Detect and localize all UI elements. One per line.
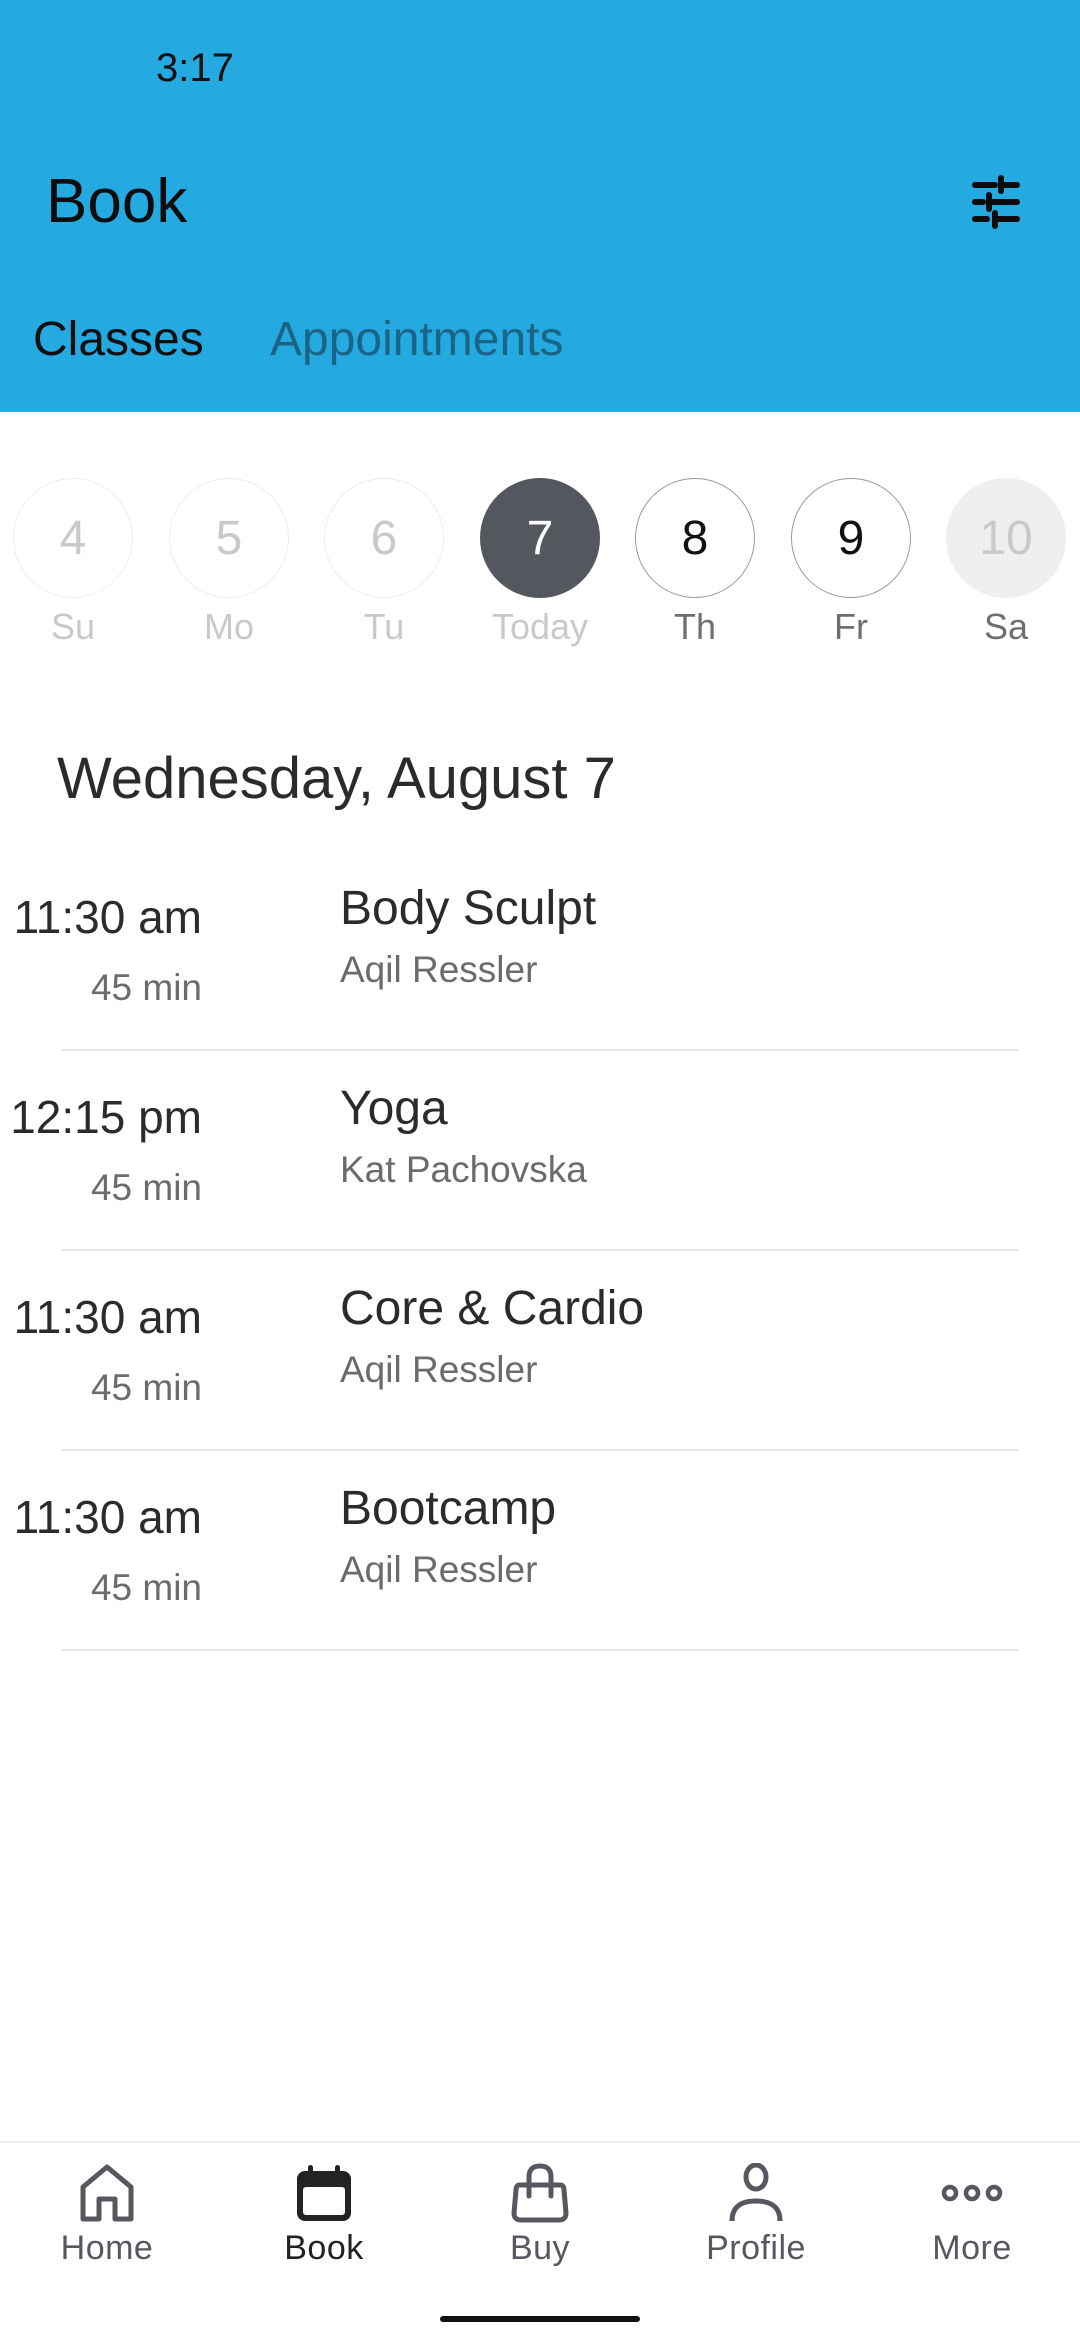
- day-number: 4: [13, 478, 133, 598]
- status-bar-time: 3:17: [156, 46, 234, 90]
- day-label: Fr: [834, 606, 868, 647]
- class-duration: 45 min: [90, 1567, 202, 1608]
- class-list-item[interactable]: 11:30 am 45 min Bootcamp Aqil Ressler: [14, 1451, 1018, 1651]
- nav-book[interactable]: Book: [234, 2161, 414, 2268]
- class-time: 11:30 am: [13, 1291, 202, 1343]
- nav-profile[interactable]: Profile: [666, 2161, 846, 2268]
- day-number: 9: [791, 478, 911, 598]
- shopping-bag-icon: [511, 2163, 569, 2223]
- class-name: Bootcamp: [340, 1482, 557, 1535]
- nav-buy[interactable]: Buy: [450, 2161, 630, 2268]
- day-number: 6: [324, 478, 444, 598]
- date-heading: Wednesday, August 7: [57, 746, 616, 811]
- day-number: 7: [480, 478, 600, 598]
- nav-home[interactable]: Home: [17, 2161, 197, 2268]
- bottom-navigation: Home Book Buy Profile More: [0, 2141, 1080, 2340]
- class-instructor: Kat Pachovska: [340, 1149, 587, 1190]
- day-friday[interactable]: 9 Fr: [789, 478, 913, 648]
- class-instructor: Aqil Ressler: [340, 1349, 538, 1390]
- class-name: Yoga: [340, 1082, 448, 1135]
- class-time: 11:30 am: [13, 891, 202, 943]
- nav-label: Home: [60, 2229, 154, 2267]
- day-label: Mo: [203, 606, 254, 647]
- nav-label: Buy: [509, 2229, 571, 2267]
- class-duration: 45 min: [90, 1367, 202, 1408]
- class-time: 11:30 am: [13, 1491, 202, 1543]
- filter-button[interactable]: [962, 168, 1030, 236]
- day-label: Sa: [983, 606, 1029, 647]
- day-label: Th: [673, 606, 716, 647]
- class-time: 12:15 pm: [10, 1091, 202, 1143]
- sliders-icon: [972, 175, 1020, 229]
- app-header: 3:17 Book Classes Appointments: [0, 0, 1080, 412]
- class-duration: 45 min: [90, 967, 202, 1008]
- class-duration: 45 min: [90, 1167, 202, 1208]
- day-thursday[interactable]: 8 Th: [633, 478, 757, 648]
- class-instructor: Aqil Ressler: [340, 949, 538, 990]
- nav-label: Profile: [706, 2229, 806, 2267]
- home-icon: [80, 2164, 134, 2222]
- day-label: Su: [50, 606, 96, 647]
- calendar-icon: [297, 2165, 351, 2221]
- day-sunday[interactable]: 4 Su: [11, 478, 135, 648]
- nav-label: More: [932, 2229, 1012, 2267]
- class-name: Core & Cardio: [340, 1282, 645, 1335]
- more-horizontal-icon: [941, 2184, 1003, 2202]
- home-indicator-bar[interactable]: [440, 2316, 640, 2322]
- class-list: 11:30 am 45 min Body Sculpt Aqil Ressler…: [0, 851, 1080, 1651]
- day-monday[interactable]: 5 Mo: [167, 478, 291, 648]
- day-label: Tu: [363, 606, 405, 647]
- day-saturday[interactable]: 10 Sa: [944, 478, 1068, 648]
- person-icon: [729, 2163, 783, 2222]
- week-day-picker: 4 Su 5 Mo 6 Tu 7 Today 8 Th 9 Fr 10 Sa: [0, 478, 1080, 658]
- page-title: Book: [46, 167, 188, 236]
- day-number: 5: [169, 478, 289, 598]
- class-name: Body Sculpt: [340, 882, 597, 935]
- day-label: Today: [491, 606, 589, 647]
- tab-classes[interactable]: Classes: [33, 312, 204, 367]
- class-list-item[interactable]: 11:30 am 45 min Core & Cardio Aqil Ressl…: [14, 1251, 1018, 1451]
- day-today[interactable]: 7 Today: [478, 478, 602, 648]
- tab-appointments[interactable]: Appointments: [270, 312, 564, 367]
- day-number: 8: [635, 478, 755, 598]
- day-number: 10: [946, 478, 1066, 598]
- nav-more[interactable]: More: [882, 2161, 1062, 2268]
- nav-label: Book: [284, 2229, 364, 2267]
- class-list-item[interactable]: 12:15 pm 45 min Yoga Kat Pachovska: [10, 1051, 1018, 1251]
- class-list-item[interactable]: 11:30 am 45 min Body Sculpt Aqil Ressler: [14, 851, 1018, 1051]
- class-instructor: Aqil Ressler: [340, 1549, 538, 1590]
- day-tuesday[interactable]: 6 Tu: [322, 478, 446, 648]
